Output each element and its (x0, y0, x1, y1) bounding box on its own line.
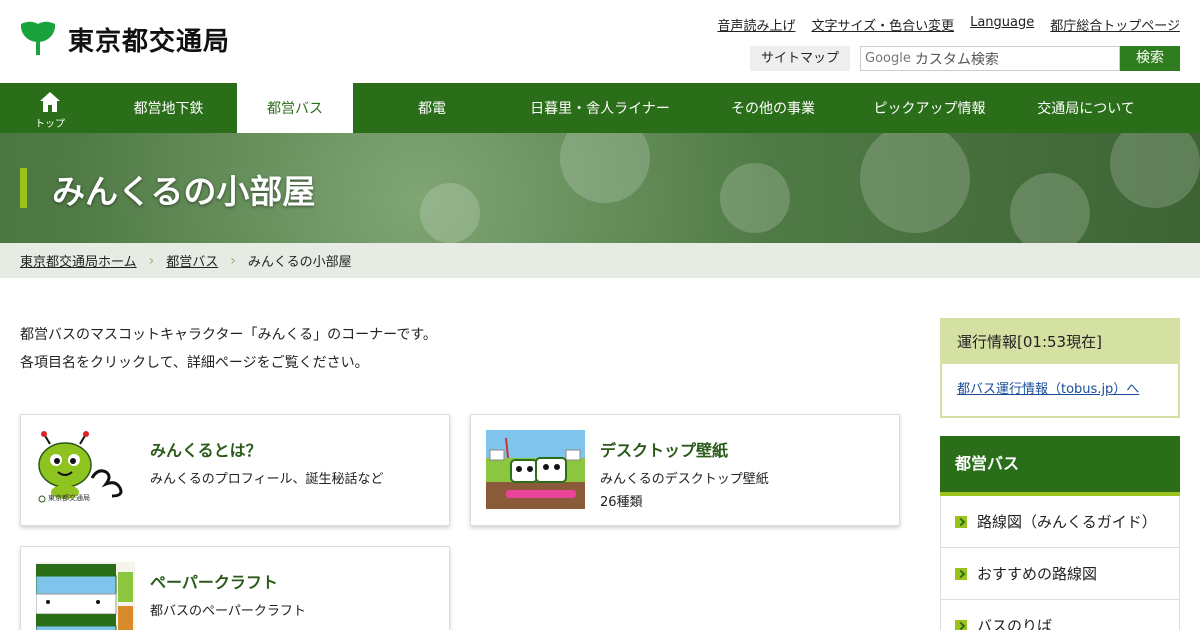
nav-bus[interactable]: 都営バス (237, 83, 353, 133)
nav-tram[interactable]: 都電 (353, 83, 511, 133)
breadcrumb: 東京都交通局ホーム › 都営バス › みんくるの小部屋 (0, 243, 1200, 278)
search-row: サイトマップ Google カスタム検索 検索 (749, 46, 1180, 71)
card-title[interactable]: デスクトップ壁紙 (600, 437, 728, 461)
arrow-right-icon (955, 619, 967, 630)
text-size-color-link[interactable]: 文字サイズ・色合い変更 (811, 15, 954, 34)
card-desc-line: 都バスのペーパークラフト (150, 604, 306, 619)
intro-line: 都営バスのマスコットキャラクター「みんくる」のコーナーです。 (20, 327, 437, 343)
global-nav: トップ 都営地下鉄 都営バス 都電 日暮里・舎人ライナー その他の事業 ピックア… (0, 83, 1200, 133)
nav-nippori-liner[interactable]: 日暮里・舎人ライナー (511, 83, 689, 133)
bokeh-decoration (560, 133, 650, 203)
card-title[interactable]: ペーパークラフト (150, 569, 278, 593)
bokeh-decoration (1110, 133, 1200, 208)
thumb-caption: 東京都交通局 (48, 494, 90, 502)
operation-info-link-row: 都バス運行情報（tobus.jp）へ (942, 364, 1178, 416)
breadcrumb-current: みんくるの小部屋 (247, 255, 352, 270)
operation-info-box: 運行情報[01:53現在] 都バス運行情報（tobus.jp）へ (940, 318, 1180, 418)
sidebar-item-label: バスのりば (977, 617, 1053, 630)
card-title[interactable]: みんくるとは？ (150, 437, 262, 461)
search-input[interactable]: Google カスタム検索 (860, 46, 1120, 71)
voice-reading-link[interactable]: 音声読み上げ (717, 15, 795, 34)
sidebar-menu-title: 都営バス (940, 436, 1180, 496)
breadcrumb-home[interactable]: 東京都交通局ホーム (20, 251, 137, 270)
page-title: みんくるの小部屋 (52, 172, 316, 211)
card-wallpaper[interactable]: デスクトップ壁紙 みんくるのデスクトップ壁紙 26種類 (470, 414, 900, 526)
bokeh-decoration (860, 133, 970, 233)
bokeh-decoration (720, 163, 790, 233)
card-about-minkuru[interactable]: 東京都交通局 みんくるとは？ みんくるのプロフィール、誕生秘話など (20, 414, 450, 526)
card-desc-line: みんくるのデスクトップ壁紙 (600, 472, 769, 487)
nav-home-label: トップ (35, 118, 65, 130)
page-hero: みんくるの小部屋 (0, 133, 1200, 243)
intro-text: 都営バスのマスコットキャラクター「みんくる」のコーナーです。 各項目名をクリック… (20, 321, 437, 377)
chevron-right-icon: › (230, 252, 236, 269)
metro-gov-top-link[interactable]: 都庁総合トップページ (1050, 15, 1180, 34)
search-button[interactable]: 検索 (1120, 46, 1180, 71)
home-icon (40, 91, 60, 112)
sidebar-item-recommended-routes[interactable]: おすすめの路線図 (940, 548, 1180, 600)
nav-subway[interactable]: 都営地下鉄 (100, 83, 237, 133)
language-link[interactable]: Language (970, 15, 1034, 34)
breadcrumb-bus[interactable]: 都営バス (166, 251, 218, 270)
card-description: 都バスのペーパークラフト (150, 600, 306, 623)
sidebar-item-route-map[interactable]: 路線図（みんくるガイド） (940, 496, 1180, 548)
card-desc-count: 26種類 (600, 495, 643, 510)
card-desc-line: みんくるのプロフィール、誕生秘話など (150, 472, 384, 487)
card-description: みんくるのプロフィール、誕生秘話など (150, 468, 383, 491)
card-description: みんくるのデスクトップ壁紙 26種類 (600, 468, 769, 514)
operation-info-title: 運行情報[01:53現在] (942, 320, 1178, 364)
wallpaper-thumbnail-image (486, 430, 585, 509)
sitemap-button[interactable]: サイトマップ (749, 46, 850, 71)
sidebar-item-label: おすすめの路線図 (977, 565, 1098, 583)
sidebar-item-label: 路線図（みんくるガイド） (977, 513, 1157, 531)
logo-text: 東京都交通局 (68, 26, 231, 57)
arrow-right-icon (955, 515, 967, 528)
search-placeholder: カスタム検索 (914, 51, 999, 68)
arrow-right-icon (955, 567, 967, 580)
papercraft-thumbnail-image (36, 562, 135, 630)
google-label: Google (865, 51, 911, 66)
nav-about[interactable]: 交通局について (1002, 83, 1170, 133)
hero-accent-bar (20, 168, 27, 208)
chevron-right-icon: › (148, 252, 155, 269)
nav-other-business[interactable]: その他の事業 (689, 83, 857, 133)
utility-links: 音声読み上げ 文字サイズ・色合い変更 Language 都庁総合トップページ (717, 15, 1180, 34)
sidebar-menu: 都営バス 路線図（みんくるガイド） おすすめの路線図 バスのりば (940, 436, 1180, 630)
tobus-operation-link[interactable]: 都バス運行情報（tobus.jp）へ (957, 382, 1139, 397)
bokeh-decoration (420, 183, 480, 243)
site-header: 東京都交通局 音声読み上げ 文字サイズ・色合い変更 Language 都庁総合ト… (0, 0, 1200, 83)
ginkgo-logo-icon (20, 20, 56, 58)
site-logo[interactable]: 東京都交通局 (20, 20, 230, 58)
nav-home[interactable]: トップ (0, 83, 100, 133)
bokeh-decoration (1010, 173, 1090, 243)
sidebar-item-bus-stops[interactable]: バスのりば (940, 600, 1180, 630)
nav-pickup[interactable]: ピックアップ情報 (857, 83, 1002, 133)
card-papercraft[interactable]: ペーパークラフト 都バスのペーパークラフト (20, 546, 450, 630)
intro-line: 各項目名をクリックして、詳細ページをご覧ください。 (20, 355, 369, 371)
